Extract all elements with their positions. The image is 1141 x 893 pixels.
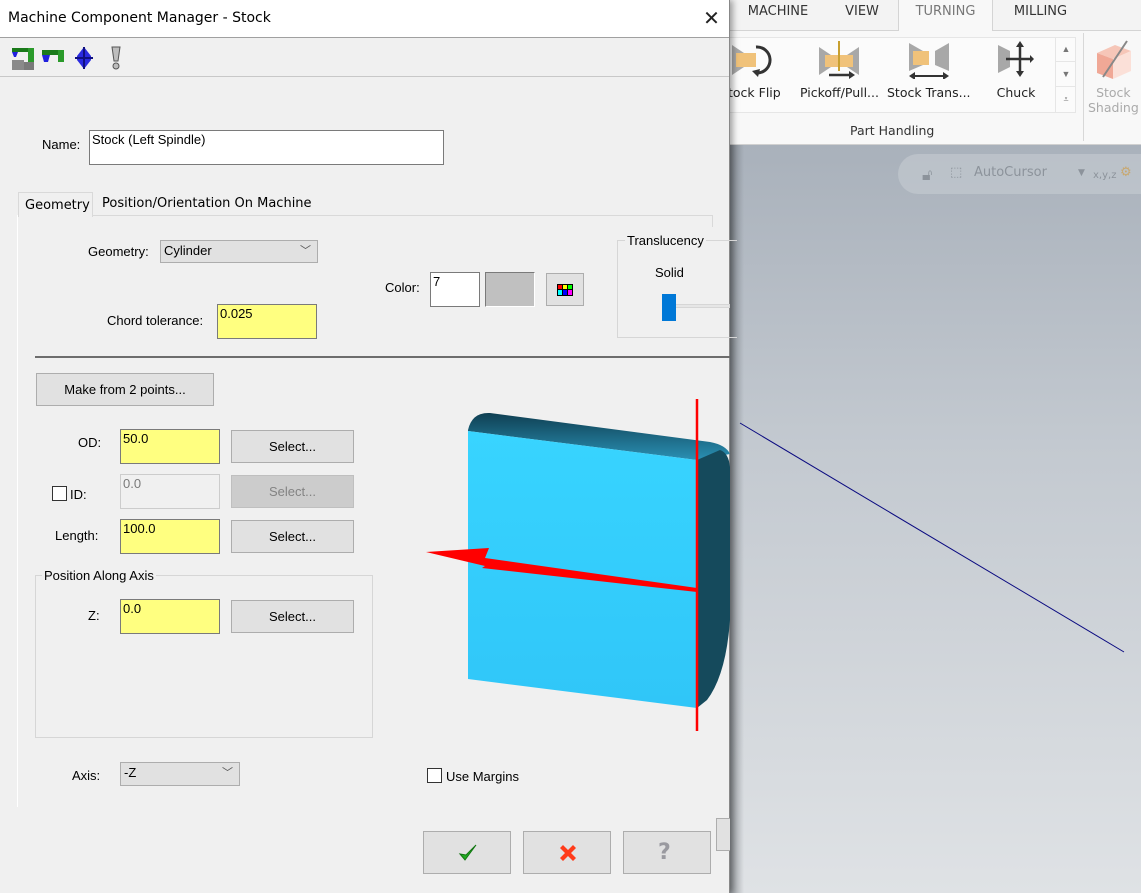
pickoff-pull-icon bbox=[817, 39, 861, 79]
warning-icon[interactable] bbox=[104, 46, 128, 70]
id-select-button: Select... bbox=[231, 475, 354, 508]
od-input[interactable]: 50.0 bbox=[120, 429, 220, 464]
id-checkbox[interactable] bbox=[52, 486, 67, 501]
chuck-jaws-icon[interactable] bbox=[40, 46, 64, 70]
translucency-slider-track[interactable] bbox=[670, 304, 730, 308]
axis-select[interactable]: -Z ﹀ bbox=[120, 762, 240, 786]
length-label: Length: bbox=[55, 528, 99, 543]
ribbon-panel: tock Flip Pickoff/Pull... Stock Trans...… bbox=[728, 30, 1141, 145]
stock-flip-label: tock Flip bbox=[728, 85, 781, 100]
dialog-title: Machine Component Manager - Stock bbox=[8, 10, 271, 26]
partial-button[interactable] bbox=[716, 818, 730, 851]
chord-tolerance-input[interactable]: 0.025 bbox=[217, 304, 317, 339]
use-margins-label: Use Margins bbox=[446, 769, 519, 784]
gallery-up-icon[interactable]: ▲ bbox=[1056, 37, 1076, 62]
wireframe-line bbox=[739, 422, 1125, 653]
title-bar[interactable]: Machine Component Manager - Stock ✕ bbox=[0, 0, 729, 37]
component-toolbar bbox=[0, 37, 729, 77]
z-input[interactable]: 0.0 bbox=[120, 599, 220, 634]
translucency-slider-thumb[interactable] bbox=[662, 294, 676, 321]
tab-position-orientation[interactable]: Position/Orientation On Machine bbox=[102, 196, 312, 211]
chuck-button[interactable]: Chuck bbox=[994, 39, 1038, 100]
chuck-label: Chuck bbox=[996, 85, 1036, 100]
ribbon-separator bbox=[1083, 33, 1084, 141]
chevron-down-icon: ﹀ bbox=[300, 245, 311, 257]
ribbon-tabs: MACHINE VIEW TURNING MILLING bbox=[730, 0, 1141, 31]
id-input: 0.0 bbox=[120, 474, 220, 509]
help-icon: ? bbox=[658, 840, 671, 865]
z-label: Z: bbox=[88, 608, 100, 623]
stock-flip-icon bbox=[732, 39, 776, 79]
use-margins-checkbox[interactable] bbox=[427, 768, 442, 783]
chord-tolerance-label: Chord tolerance: bbox=[107, 313, 204, 328]
stock-shading-button[interactable]: Stock Shading bbox=[1088, 39, 1139, 115]
checkmark-icon bbox=[458, 844, 477, 861]
od-select-button[interactable]: Select... bbox=[231, 430, 354, 463]
stock-preview bbox=[426, 399, 730, 731]
gallery-expand-icon[interactable]: ⩡ bbox=[1056, 87, 1076, 112]
tab-panel-edge bbox=[17, 215, 19, 807]
chevron-down-icon: ﹀ bbox=[222, 767, 233, 779]
3d-viewport[interactable]: 🔓︎ ⬚ AutoCursor ▼ x,y,z ⚙ bbox=[730, 145, 1141, 893]
ribbon-tab-turning[interactable]: TURNING bbox=[898, 0, 993, 31]
translucency-title: Translucency bbox=[625, 233, 706, 248]
close-icon: ✕ bbox=[703, 6, 720, 30]
position-along-axis-title: Position Along Axis bbox=[42, 568, 156, 583]
geometry-select[interactable]: Cylinder ﹀ bbox=[160, 240, 318, 263]
make-from-2-points-button[interactable]: Make from 2 points... bbox=[36, 373, 214, 406]
od-label: OD: bbox=[78, 435, 102, 450]
help-button[interactable]: ? bbox=[623, 831, 711, 874]
color-swatch bbox=[485, 272, 535, 307]
translucency-value-label: Solid bbox=[655, 265, 684, 280]
machine-component-manager-dialog: Machine Component Manager - Stock ✕ Name… bbox=[0, 0, 737, 893]
tab-panel-right-edge bbox=[712, 215, 713, 227]
part-handling-label: Part Handling bbox=[850, 123, 935, 138]
chuck-move-icon bbox=[994, 39, 1038, 79]
background-app: MACHINE VIEW TURNING MILLING tock Flip P… bbox=[728, 0, 1141, 893]
pickoff-pull-label: Pickoff/Pull... bbox=[800, 85, 879, 100]
tool-holder-icon[interactable] bbox=[72, 46, 96, 70]
stock-shading-label-2: Shading bbox=[1088, 100, 1139, 115]
translucency-group bbox=[617, 240, 737, 338]
color-number-input[interactable]: 7 bbox=[430, 272, 480, 307]
stock-shading-label-1: Stock bbox=[1096, 85, 1131, 100]
stock-flip-button[interactable]: tock Flip bbox=[728, 39, 781, 100]
gallery-down-icon[interactable]: ▼ bbox=[1056, 62, 1076, 87]
stock-transfer-icon bbox=[907, 39, 951, 80]
stock-transfer-label: Stock Trans... bbox=[887, 85, 971, 100]
cancel-button[interactable] bbox=[523, 831, 611, 874]
close-button[interactable]: ✕ bbox=[694, 0, 729, 37]
ribbon-tab-machine[interactable]: MACHINE bbox=[730, 0, 826, 30]
ribbon-tab-view[interactable]: VIEW bbox=[830, 0, 894, 30]
name-label: Name: bbox=[42, 137, 81, 152]
ok-button[interactable] bbox=[423, 831, 511, 874]
color-label: Color: bbox=[385, 280, 420, 295]
stock-spindle-icon[interactable] bbox=[10, 46, 34, 70]
axis-select-value: -Z bbox=[124, 765, 137, 780]
geometry-label: Geometry: bbox=[88, 244, 149, 259]
stock-transfer-button[interactable]: Stock Trans... bbox=[887, 39, 971, 100]
length-input[interactable]: 100.0 bbox=[120, 519, 220, 554]
separator bbox=[35, 356, 730, 358]
pickoff-pull-button[interactable]: Pickoff/Pull... bbox=[800, 39, 879, 100]
tab-geometry[interactable]: Geometry bbox=[18, 192, 93, 217]
ribbon-gallery-scroll[interactable]: ▲ ▼ ⩡ bbox=[1055, 37, 1076, 113]
x-icon bbox=[560, 845, 576, 861]
color-palette-button[interactable] bbox=[546, 273, 584, 306]
axis-label: Axis: bbox=[72, 768, 101, 783]
geometry-select-value: Cylinder bbox=[164, 243, 212, 258]
ribbon-tab-milling[interactable]: MILLING bbox=[993, 0, 1088, 30]
color-palette-icon bbox=[557, 284, 573, 296]
stock-end-face bbox=[697, 450, 730, 708]
length-select-button[interactable]: Select... bbox=[231, 520, 354, 553]
id-label: ID: bbox=[70, 487, 87, 502]
name-input[interactable]: Stock (Left Spindle) bbox=[89, 130, 444, 165]
stock-shading-icon bbox=[1093, 39, 1133, 81]
z-select-button[interactable]: Select... bbox=[231, 600, 354, 633]
